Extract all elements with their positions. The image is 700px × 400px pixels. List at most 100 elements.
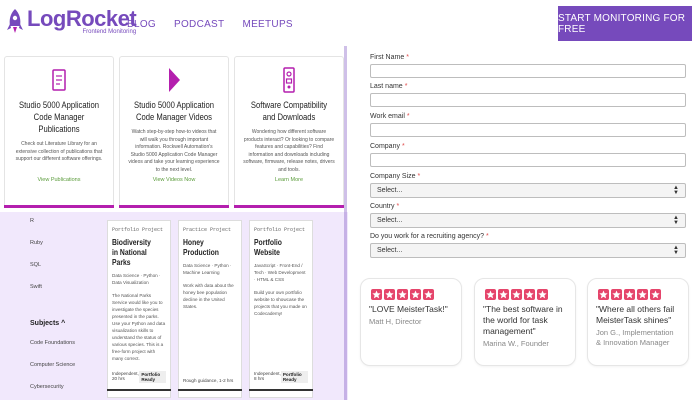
nav-meetups[interactable]: MEETUPS [242, 19, 292, 30]
resource-cards: Studio 5000 Application Code Manager Pub… [0, 46, 348, 212]
filter-ruby[interactable]: Ruby [30, 240, 43, 246]
view-videos-link[interactable]: View Videos Now [120, 177, 228, 183]
card-accent-bar [4, 205, 114, 208]
project-title: Honey Production [183, 238, 219, 257]
project-type: Portfolio Project [254, 227, 306, 233]
country-label: Country [370, 203, 395, 210]
testimonial-card: "LOVE MeisterTask!" Matt H, Director [360, 278, 462, 366]
country-value: Select... [377, 217, 403, 224]
star-icon [423, 289, 434, 300]
nav-blog[interactable]: BLOG [127, 19, 156, 30]
view-publications-link[interactable]: View Publications [5, 177, 113, 183]
recruiting-agency-field: Do you work for a recruiting agency? * Se… [370, 233, 686, 258]
company-input[interactable] [370, 153, 686, 167]
testimonial-author: Jon G., Implementation & Innovation Mana… [596, 328, 674, 347]
select-arrows-icon: ▲ ▼ [673, 185, 679, 196]
card-description: Wondering how different software product… [243, 129, 335, 173]
testimonial-quote: "LOVE MeisterTask!" [369, 304, 448, 314]
card-bottom-bar [178, 389, 242, 391]
subject-code-foundations[interactable]: Code Foundations [30, 340, 75, 346]
left-content: Studio 5000 Application Code Manager Pub… [0, 46, 348, 400]
star-icon [524, 289, 535, 300]
main-nav: BLOG PODCAST MEETUPS [127, 19, 293, 30]
work-email-label: Work email [370, 113, 405, 120]
project-skills: Data Science · Python · Machine Learning [183, 263, 232, 275]
resource-card-publications[interactable]: Studio 5000 Application Code Manager Pub… [4, 56, 114, 208]
project-effort: Independent, 20 hrs [112, 371, 139, 381]
star-icon [650, 289, 661, 300]
card-bottom-bar [107, 389, 171, 391]
subjects-heading[interactable]: Subjects ^ [30, 320, 65, 327]
required-mark: * [406, 54, 409, 61]
recruiting-agency-label: Do you work for a recruiting agency? [370, 233, 484, 240]
logrocket-logo[interactable]: LogRocket Frontend Monitoring [6, 6, 137, 35]
star-icon [511, 289, 522, 300]
resource-card-compatibility[interactable]: Software Compatibility and Downloads Won… [234, 56, 344, 208]
star-icon [598, 289, 609, 300]
country-field: Country * Select... ▲ ▼ [370, 203, 686, 228]
subject-cybersecurity[interactable]: Cybersecurity [30, 384, 64, 390]
project-title: Portfolio Website [254, 238, 282, 257]
logo-name: LogRocket [27, 6, 137, 31]
play-icon [120, 67, 228, 93]
star-icon [498, 289, 509, 300]
card-accent-bar [119, 205, 229, 208]
card-description: Check out Literature Library for an exte… [15, 141, 103, 162]
project-footer: Rough guidance, 1-2 hrs [183, 378, 237, 383]
testimonial-author: Matt H, Director [369, 317, 422, 326]
recruiting-agency-value: Select... [377, 247, 403, 254]
company-size-value: Select... [377, 187, 403, 194]
star-icon [371, 289, 382, 300]
testimonial-card: "The best software in the world for task… [474, 278, 576, 366]
required-mark: * [417, 173, 421, 180]
company-label: Company [370, 143, 400, 150]
company-size-label: Company Size [370, 173, 416, 180]
country-select[interactable]: Select... ▲ ▼ [370, 213, 686, 228]
last-name-input[interactable] [370, 93, 686, 107]
company-size-field: Company Size * Select... ▲ ▼ [370, 173, 686, 198]
learn-more-link[interactable]: Learn More [235, 177, 343, 183]
project-card-portfolio[interactable]: Portfolio Project Portfolio Website Java… [249, 220, 313, 398]
project-title: Biodiversity in National Parks [112, 238, 151, 267]
testimonial-card: "Where all others fail MeisterTask shine… [587, 278, 689, 366]
last-name-field: Last name * [370, 83, 686, 107]
filter-r[interactable]: R [30, 218, 34, 224]
subject-computer-science[interactable]: Computer Science [30, 362, 75, 368]
panel-divider [344, 46, 347, 400]
first-name-input[interactable] [370, 64, 686, 78]
required-mark: * [486, 233, 489, 240]
filter-swift[interactable]: Swift [30, 284, 42, 290]
project-description: Build your own portfolio website to show… [254, 290, 307, 316]
project-footer: Independent, 8 hrs Portfolio Ready [254, 371, 308, 383]
first-name-label: First Name [370, 54, 405, 61]
star-rating [485, 289, 567, 300]
work-email-input[interactable] [370, 123, 686, 137]
company-size-select[interactable]: Select... ▲ ▼ [370, 183, 686, 198]
first-name-field: First Name * [370, 54, 686, 78]
work-email-field: Work email * [370, 113, 686, 137]
project-card-biodiversity[interactable]: Portfolio Project Biodiversity in Nation… [107, 220, 171, 398]
star-icon [410, 289, 421, 300]
project-type: Portfolio Project [112, 227, 164, 233]
star-icon [397, 289, 408, 300]
project-card-honey[interactable]: Practice Project Honey Production Data S… [178, 220, 242, 398]
required-mark: * [406, 113, 410, 120]
star-icon [611, 289, 622, 300]
start-monitoring-button[interactable]: START MONITORING FOR FREE [558, 6, 692, 41]
site-header: LogRocket Frontend Monitoring BLOG PODCA… [0, 0, 700, 46]
company-field: Company * [370, 143, 686, 167]
card-description: Watch step-by-step how-to videos that wi… [128, 129, 220, 173]
card-title: Studio 5000 Application Code Manager Pub… [19, 100, 99, 134]
card-accent-bar [234, 205, 344, 208]
nav-podcast[interactable]: PODCAST [174, 19, 224, 30]
filter-sql[interactable]: SQL [30, 262, 41, 268]
last-name-label: Last name [370, 83, 403, 90]
project-footer: Independent, 20 hrs Portfolio Ready [112, 371, 166, 383]
compatibility-icon [235, 67, 343, 93]
resource-card-videos[interactable]: Studio 5000 Application Code Manager Vid… [119, 56, 229, 208]
project-description: The National Parks Service would like yo… [112, 293, 166, 361]
project-effort: Rough guidance, 1-2 hrs [183, 378, 234, 383]
card-title: Software Compatibility and Downloads [250, 100, 328, 122]
recruiting-agency-select[interactable]: Select... ▲ ▼ [370, 243, 686, 258]
portfolio-ready-badge: Portfolio Ready [139, 371, 166, 383]
